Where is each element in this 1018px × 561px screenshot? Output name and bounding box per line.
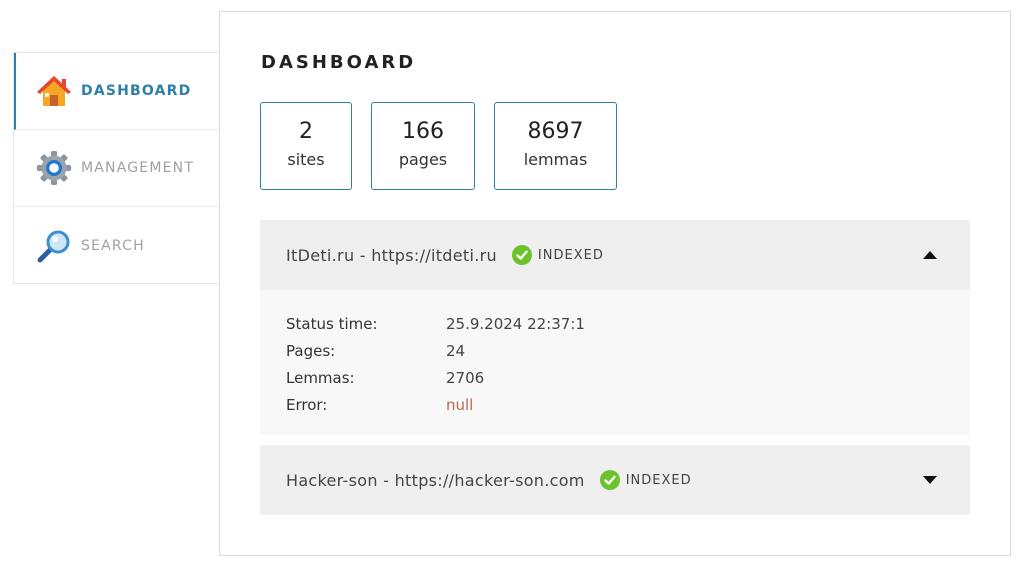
detail-value-error: null xyxy=(446,395,474,414)
stat-label: sites xyxy=(287,150,325,169)
site-accordion-header[interactable]: Hacker-son - https://hacker-son.com INDE… xyxy=(260,445,970,515)
caret-down-icon[interactable] xyxy=(922,474,938,486)
detail-row-error: Error: null xyxy=(286,391,944,418)
stat-value: 166 xyxy=(402,119,444,144)
sidebar-item-label: SEARCH xyxy=(81,237,145,254)
caret-up-icon[interactable] xyxy=(922,249,938,261)
site-title: Hacker-son - https://hacker-son.com xyxy=(286,470,585,490)
status-text: INDEXED xyxy=(625,472,692,488)
sidebar-item-management[interactable]: MANAGEMENT xyxy=(14,130,218,207)
detail-key: Error: xyxy=(286,395,328,414)
check-circle-icon xyxy=(599,470,620,490)
status-text: INDEXED xyxy=(537,247,604,263)
site-accordion-itdeti: ItDeti.ru - https://itdeti.ru INDEXED St… xyxy=(260,220,970,435)
site-title: ItDeti.ru - https://itdeti.ru xyxy=(286,245,497,265)
detail-row-lemmas: Lemmas: 2706 xyxy=(286,364,944,391)
status-badge: INDEXED xyxy=(599,470,692,490)
detail-key: Pages: xyxy=(286,341,336,360)
page-title: DASHBOARD xyxy=(261,52,417,73)
stat-card-sites: 2 sites xyxy=(260,102,352,190)
check-circle-icon xyxy=(511,245,532,265)
detail-key: Status time: xyxy=(286,314,378,333)
detail-value: 24 xyxy=(446,341,466,360)
detail-value: 25.9.2024 22:37:1 xyxy=(446,314,585,333)
sidebar-item-search[interactable]: SEARCH xyxy=(14,207,218,284)
detail-key: Lemmas: xyxy=(286,368,355,387)
detail-value: 2706 xyxy=(446,368,485,387)
site-accordion-hacker-son: Hacker-son - https://hacker-son.com INDE… xyxy=(260,445,970,515)
dashboard-panel: DASHBOARD 2 sites 166 pages 8697 lemmas … xyxy=(219,11,1011,556)
magnifier-icon xyxy=(37,230,70,262)
site-details: Status time: 25.9.2024 22:37:1 Pages: 24… xyxy=(260,290,970,435)
gear-icon xyxy=(37,151,71,185)
sidebar-item-label: DASHBOARD xyxy=(81,83,192,99)
stat-label: lemmas xyxy=(523,150,588,169)
home-icon xyxy=(37,76,71,106)
sidebar: DASHBOARD MANAGEMENT SEARCH xyxy=(13,52,218,284)
detail-row-status-time: Status time: 25.9.2024 22:37:1 xyxy=(286,310,944,337)
stat-value: 8697 xyxy=(527,119,584,144)
stat-value: 2 xyxy=(299,119,313,144)
sidebar-item-dashboard[interactable]: DASHBOARD xyxy=(14,53,218,130)
sidebar-item-label: MANAGEMENT xyxy=(81,160,195,176)
stat-label: pages xyxy=(398,150,448,169)
stat-card-lemmas: 8697 lemmas xyxy=(494,102,617,190)
site-accordion-header[interactable]: ItDeti.ru - https://itdeti.ru INDEXED xyxy=(260,220,970,290)
detail-row-pages: Pages: 24 xyxy=(286,337,944,364)
stat-card-pages: 166 pages xyxy=(371,102,475,190)
status-badge: INDEXED xyxy=(511,245,604,265)
